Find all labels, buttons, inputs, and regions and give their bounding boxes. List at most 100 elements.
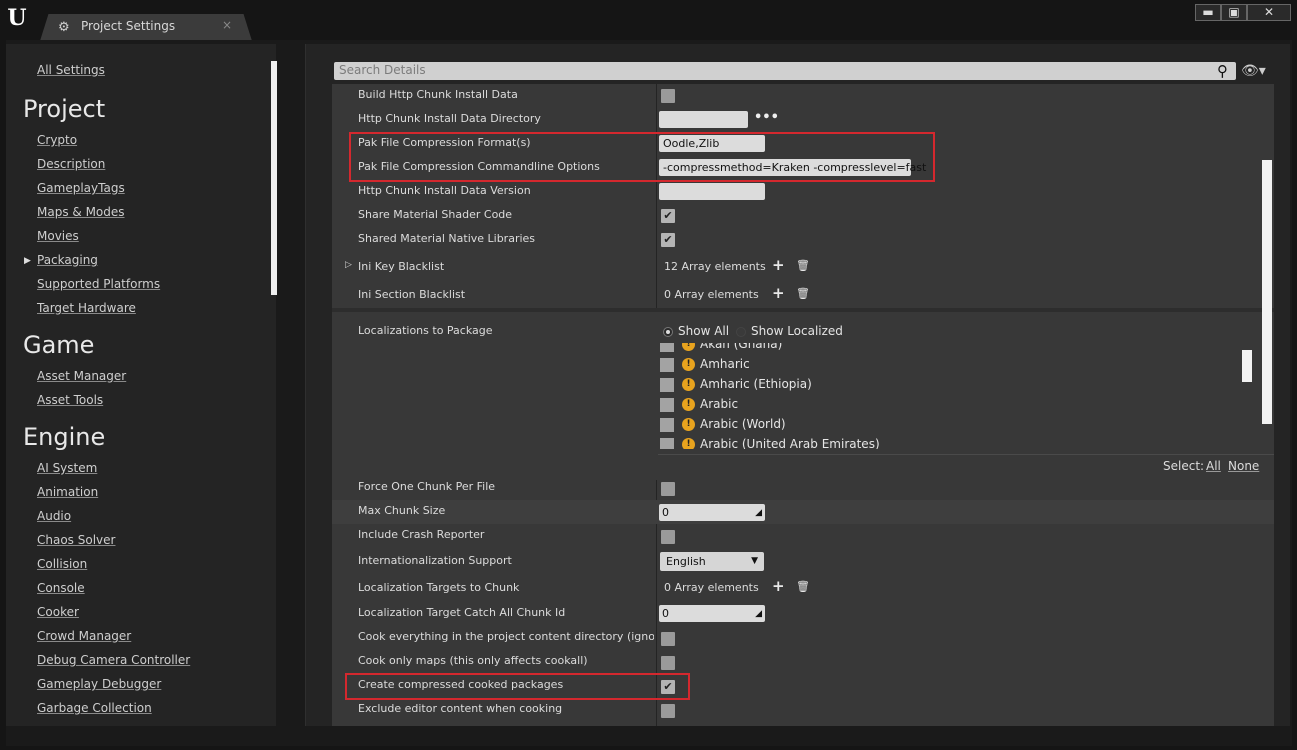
language-checkbox[interactable]: [660, 343, 674, 352]
nav-item-description[interactable]: Description: [37, 157, 105, 171]
nav-item-asset-manager[interactable]: Asset Manager: [37, 369, 126, 383]
language-checkbox[interactable]: [660, 398, 674, 412]
warning-icon: !: [682, 438, 695, 449]
nav-item-debug-camera-controller[interactable]: Debug Camera Controller: [37, 653, 190, 667]
nav-item-ai-system[interactable]: AI System: [37, 461, 97, 475]
row-label: Localization Target Catch All Chunk Id: [358, 606, 566, 619]
select-label: Select:: [1163, 459, 1205, 473]
cook-maps-checkbox[interactable]: [661, 656, 675, 670]
resize-handle-icon[interactable]: ◢: [755, 606, 762, 623]
crash-reporter-checkbox[interactable]: [661, 530, 675, 544]
language-checkbox[interactable]: [660, 418, 674, 432]
close-button[interactable]: ✕: [1247, 4, 1291, 21]
browse-dots-icon[interactable]: •••: [754, 110, 779, 125]
show-all-label[interactable]: Show All: [678, 324, 729, 338]
select-all-link[interactable]: All: [1206, 459, 1221, 473]
nav-item-movies[interactable]: Movies: [37, 229, 79, 243]
nav-all-settings[interactable]: All Settings: [37, 63, 105, 77]
search-bar[interactable]: Search Details ⚲: [334, 62, 1236, 80]
language-list-scrollbar[interactable]: [1242, 350, 1252, 382]
cook-everything-checkbox[interactable]: [661, 632, 675, 646]
http-dir-input[interactable]: [659, 111, 748, 128]
search-input[interactable]: Search Details: [339, 63, 426, 77]
nav-scrollbar[interactable]: [271, 61, 277, 295]
nav-item-crowd-manager[interactable]: Crowd Manager: [37, 629, 131, 643]
nav-item-collision[interactable]: Collision: [37, 557, 87, 571]
nav-item-cooker[interactable]: Cooker: [37, 605, 79, 619]
row-max-chunk-size: Max Chunk Size 0 ◢: [332, 500, 1274, 524]
selected-arrow-icon: ▶: [24, 256, 31, 266]
http-version-input[interactable]: [659, 183, 765, 200]
add-element-icon[interactable]: +: [772, 284, 785, 302]
row-label: Force One Chunk Per File: [358, 480, 496, 493]
row-http-version: Http Chunk Install Data Version: [332, 180, 1274, 204]
force-chunk-checkbox[interactable]: [661, 482, 675, 496]
add-element-icon[interactable]: +: [772, 256, 785, 274]
select-none-link[interactable]: None: [1228, 459, 1259, 473]
nav-item-maps-modes[interactable]: Maps & Modes: [37, 205, 125, 219]
maximize-button[interactable]: ▣: [1221, 4, 1247, 21]
language-label: Akan (Ghana): [700, 343, 783, 351]
nav-item-target-hardware[interactable]: Target Hardware: [37, 301, 136, 315]
tab-close-icon[interactable]: ×: [222, 18, 232, 32]
row-label: Cook everything in the project content d…: [358, 630, 654, 643]
tab-title: Project Settings: [81, 19, 176, 33]
nav-header-project: Project: [23, 95, 106, 123]
row-cook-only-maps: Cook only maps (this only affects cookal…: [332, 650, 1274, 674]
share-shader-checkbox[interactable]: ✔: [661, 209, 675, 223]
expand-arrow-icon[interactable]: ▷: [345, 260, 352, 270]
nav-item-packaging[interactable]: Packaging: [37, 253, 98, 267]
view-options-eye-icon[interactable]: 👁▾: [1241, 63, 1266, 79]
nav-item-garbage-collection[interactable]: Garbage Collection: [37, 701, 152, 715]
i18n-dropdown[interactable]: English ▼: [660, 552, 764, 571]
nav-item-asset-tools[interactable]: Asset Tools: [37, 393, 103, 407]
delete-trash-icon[interactable]: 🗑: [796, 259, 810, 272]
row-share-shader: Share Material Shader Code ✔: [332, 204, 1274, 228]
ini-section-count: 0 Array elements: [664, 288, 759, 301]
row-label: Max Chunk Size: [358, 504, 446, 517]
nav-item-supported-platforms[interactable]: Supported Platforms: [37, 277, 160, 291]
highlight-box-compressed-packages: [345, 673, 690, 700]
nav-item-chaos-solver[interactable]: Chaos Solver: [37, 533, 115, 547]
nav-item-animation[interactable]: Animation: [37, 485, 98, 499]
language-checkbox[interactable]: [660, 358, 674, 372]
warning-icon: !: [682, 343, 695, 351]
exclude-editor-checkbox[interactable]: [661, 704, 675, 718]
delete-trash-icon[interactable]: 🗑: [796, 580, 810, 593]
loc-catch-value: 0: [662, 607, 669, 620]
row-build-http-chunk: Build Http Chunk Install Data: [332, 84, 1274, 108]
list-divider: [658, 454, 1274, 455]
resize-handle-icon[interactable]: ◢: [755, 505, 762, 522]
delete-trash-icon[interactable]: 🗑: [796, 287, 810, 300]
shared-native-checkbox[interactable]: ✔: [661, 233, 675, 247]
minimize-button[interactable]: ▬: [1195, 4, 1221, 21]
row-label: Build Http Chunk Install Data: [358, 88, 518, 101]
build-http-checkbox[interactable]: [661, 89, 675, 103]
highlight-box-pak-compression: [349, 132, 935, 182]
language-checkbox[interactable]: [660, 438, 674, 449]
show-all-radio[interactable]: [663, 327, 673, 337]
nav-item-audio[interactable]: Audio: [37, 509, 71, 523]
tab-project-settings[interactable]: ⚙ Project Settings ×: [40, 14, 252, 41]
warning-icon: !: [682, 358, 695, 371]
warning-icon: !: [682, 378, 695, 391]
row-label: Share Material Shader Code: [358, 208, 513, 221]
show-localized-radio[interactable]: [736, 327, 746, 337]
add-element-icon[interactable]: +: [772, 577, 785, 595]
language-label: Arabic (United Arab Emirates): [700, 437, 880, 449]
loc-catch-input[interactable]: 0 ◢: [659, 605, 765, 622]
search-icon[interactable]: ⚲: [1217, 62, 1233, 80]
show-localized-label[interactable]: Show Localized: [751, 324, 843, 338]
row-force-one-chunk: Force One Chunk Per File: [332, 476, 1274, 500]
details-scrollbar[interactable]: [1262, 160, 1272, 424]
nav-item-console[interactable]: Console: [37, 581, 85, 595]
language-checkbox[interactable]: [660, 378, 674, 392]
settings-gear-icon: ⚙: [58, 20, 70, 35]
row-internationalization: Internationalization Support English ▼: [332, 548, 1274, 574]
nav-item-gameplay-debugger[interactable]: Gameplay Debugger: [37, 677, 161, 691]
unreal-logo-icon: U: [7, 5, 27, 31]
max-chunk-input[interactable]: 0 ◢: [659, 504, 765, 521]
nav-item-gameplaytags[interactable]: GameplayTags: [37, 181, 125, 195]
row-shared-native: Shared Material Native Libraries ✔: [332, 228, 1274, 252]
nav-item-crypto[interactable]: Crypto: [37, 133, 77, 147]
